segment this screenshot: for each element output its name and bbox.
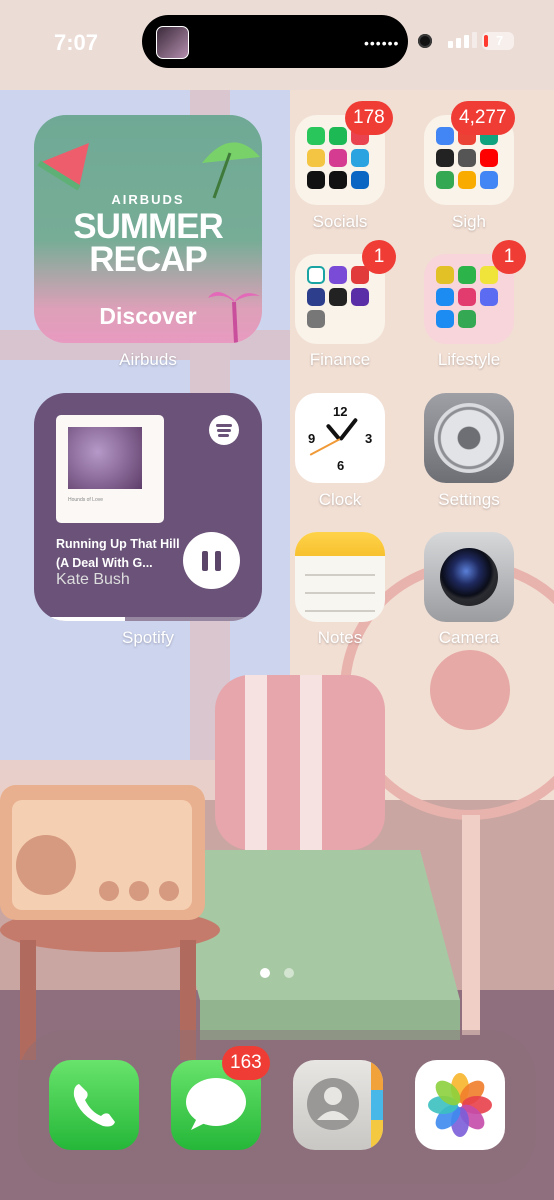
album-cover: Hounds of Love — [56, 415, 164, 523]
delivery-icon — [480, 266, 498, 284]
sigh-folder-grid — [436, 127, 498, 189]
youtube-icon — [480, 149, 498, 167]
canva-icon — [480, 288, 498, 306]
x-icon — [307, 171, 325, 189]
settings-app[interactable] — [424, 393, 514, 483]
waveform-icon: •••••• — [364, 35, 400, 51]
drive-icon — [436, 171, 454, 189]
airbuds-widget[interactable]: AIRBUDS SUMMER RECAP Discover — [34, 115, 262, 343]
telegram-icon — [351, 149, 369, 167]
lifestyle-label: Lifestyle — [437, 350, 501, 369]
artist-name: Kate Bush — [56, 571, 130, 588]
bolt-icon — [458, 266, 476, 284]
contacts-app[interactable] — [293, 1060, 383, 1150]
palm-tree-icon — [208, 291, 260, 343]
settings-label: Settings — [438, 490, 500, 509]
tiktok-icon — [329, 171, 347, 189]
calendar-icon — [458, 171, 476, 189]
person-icon — [307, 1078, 359, 1130]
watermelon-icon — [37, 143, 89, 191]
card-icon — [307, 288, 325, 306]
camera-label: Camera — [438, 628, 500, 647]
notes-app[interactable] — [295, 532, 385, 622]
status-time: 7:07 — [54, 30, 99, 55]
battery-percentage: 7 — [496, 33, 504, 48]
photos-flower-icon — [428, 1073, 492, 1137]
sigh-badge: 4,277 — [451, 101, 515, 135]
spotify-widget[interactable]: Hounds of Love Running Up That Hill (A D… — [34, 393, 262, 621]
finance-folder-grid — [307, 266, 369, 328]
camera-app[interactable] — [424, 532, 514, 622]
contacts-tab-yellow — [371, 1120, 383, 1150]
crypto-icon — [329, 288, 347, 306]
news-icon — [436, 149, 454, 167]
socials-folder-grid — [307, 127, 369, 189]
maps-icon — [458, 310, 476, 328]
camera-icon — [440, 548, 498, 606]
photos-app[interactable] — [415, 1060, 505, 1150]
whatsapp-icon — [307, 127, 325, 145]
battery-level — [484, 35, 488, 47]
pause-button[interactable] — [183, 532, 240, 589]
docs-icon — [480, 171, 498, 189]
phone-app[interactable] — [49, 1060, 139, 1150]
food-icon — [436, 266, 454, 284]
calculator-icon — [307, 310, 325, 328]
album-photo — [68, 427, 142, 489]
spotify-app-icon — [329, 127, 347, 145]
messages-badge: 163 — [222, 1046, 270, 1080]
ride-icon — [458, 288, 476, 306]
shortcuts-icon — [436, 310, 454, 328]
album-cover-title: Hounds of Love — [68, 497, 104, 503]
notes-label: Notes — [317, 628, 363, 647]
dynamic-island[interactable]: •••••• — [142, 15, 408, 68]
linkedin-icon — [351, 171, 369, 189]
socials-badge: 178 — [345, 101, 393, 135]
playback-progress — [34, 617, 262, 621]
phone-icon — [73, 1084, 115, 1127]
spotify-label: Spotify — [122, 628, 174, 647]
recap-text: RECAP — [89, 240, 208, 279]
front-camera-icon — [418, 34, 432, 48]
airbuds-brand: AIRBUDS — [111, 192, 185, 207]
app-store-icon — [436, 288, 454, 306]
spotify-icon — [209, 415, 239, 445]
socials-label: Socials — [312, 212, 368, 231]
clock-icon: 12 3 6 9 — [298, 396, 382, 480]
budget-icon — [351, 288, 369, 306]
now-playing-artwork-icon — [156, 26, 189, 59]
airbuds-label: Airbuds — [119, 350, 177, 369]
contacts-tab-blue — [371, 1090, 383, 1120]
finance-badge: 1 — [362, 240, 396, 274]
bank-icon — [307, 266, 325, 284]
clock-label: Clock — [318, 490, 362, 509]
song-title: Running Up That Hill (A Deal With G... — [56, 537, 180, 570]
lifestyle-folder-grid — [436, 266, 498, 328]
lifestyle-badge: 1 — [492, 240, 526, 274]
gear-icon — [434, 403, 504, 473]
wallet-icon — [329, 266, 347, 284]
notes-icon — [295, 532, 385, 556]
notion-icon — [458, 149, 476, 167]
bereal-icon — [307, 149, 325, 167]
clock-app[interactable]: 12 3 6 9 — [295, 393, 385, 483]
playback-progress-fill — [34, 617, 126, 621]
finance-label: Finance — [309, 350, 371, 369]
contacts-tab-orange — [371, 1060, 383, 1090]
chrome-icon — [436, 127, 454, 145]
battery-icon: 7 — [482, 32, 514, 50]
page-dot-active[interactable] — [260, 968, 270, 978]
instagram-icon — [329, 149, 347, 167]
cellular-signal-icon — [448, 32, 477, 48]
page-dot[interactable] — [284, 968, 294, 978]
sigh-label: Sigh — [451, 212, 487, 231]
